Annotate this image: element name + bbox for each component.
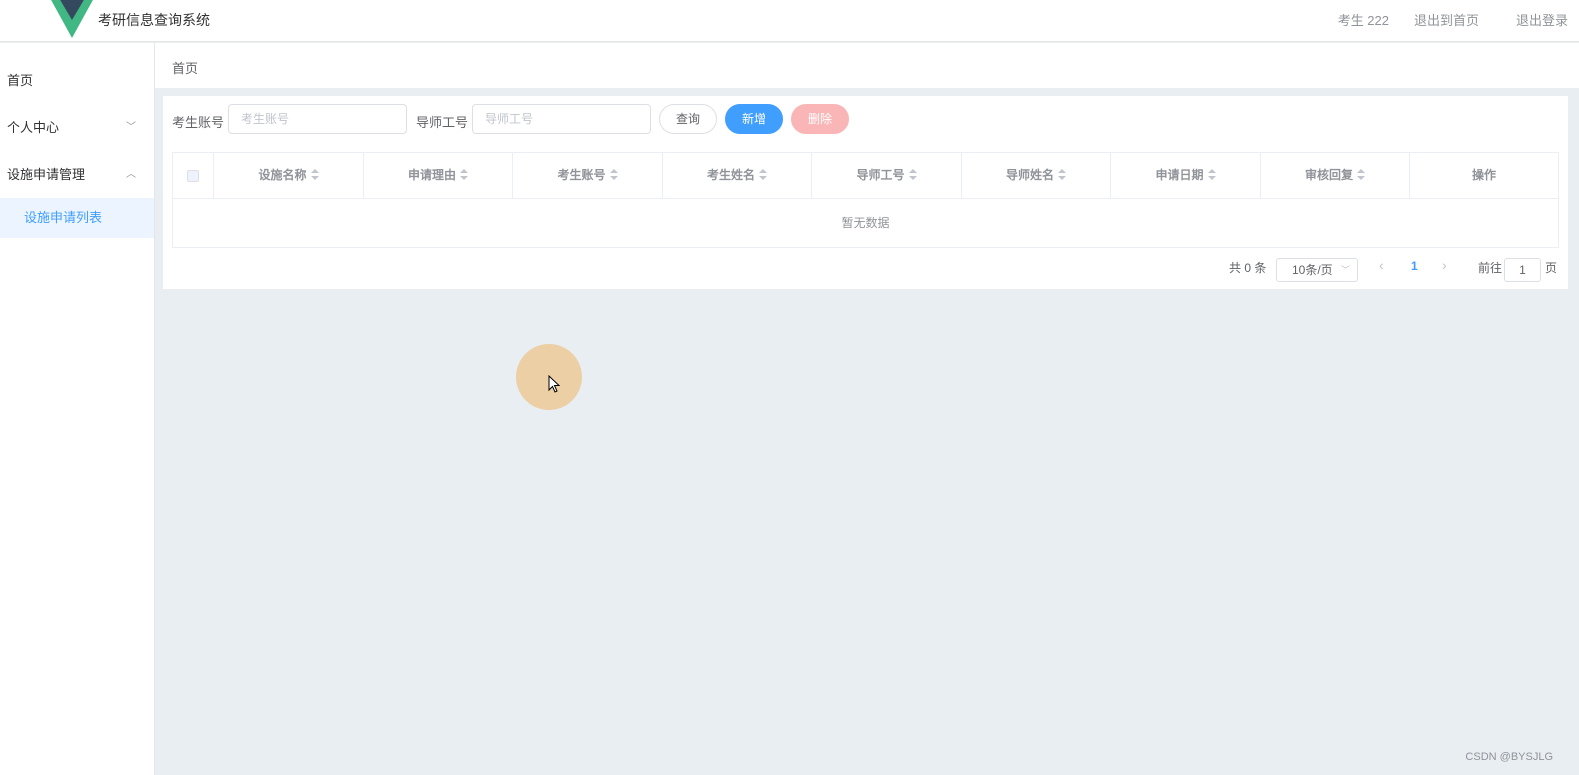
- column-header[interactable]: 导师工号: [812, 153, 962, 198]
- empty-state: 暂无数据: [841, 216, 890, 230]
- goto-page-input[interactable]: 1: [1504, 258, 1541, 282]
- column-header-label: 申请日期: [1155, 168, 1204, 182]
- sidebar-subitem-facility-list[interactable]: 设施申请列表: [0, 198, 154, 238]
- student-account-input[interactable]: [228, 104, 407, 134]
- sort-icon[interactable]: [1058, 168, 1066, 181]
- column-header-label: 导师姓名: [1005, 168, 1054, 182]
- top-bar: 考研信息查询系统 考生 222 退出到首页 退出登录: [0, 0, 1579, 42]
- sidebar-item-label: 个人中心: [7, 120, 60, 135]
- sort-icon[interactable]: [1207, 168, 1216, 181]
- column-header[interactable]: 设施名称: [214, 153, 364, 198]
- sidebar-item-facility-management[interactable]: 设施申请管理 ︿: [0, 152, 154, 198]
- logout-link[interactable]: 退出登录: [1516, 10, 1568, 29]
- page-suffix-label: 页: [1545, 261, 1558, 275]
- column-header-actions: 操作: [1410, 153, 1558, 198]
- breadcrumb[interactable]: 首页: [172, 58, 198, 77]
- page-size-select[interactable]: 10条/页 ﹀: [1276, 258, 1358, 282]
- column-header-label: 操作: [1471, 168, 1496, 182]
- sort-icon[interactable]: [310, 168, 319, 181]
- main-panel: 考生账号 导师工号 查询 新增 删除 设施名称 申请理由 考生账号 考生姓名 导…: [163, 96, 1568, 289]
- column-header-label: 设施名称: [258, 168, 307, 182]
- add-button[interactable]: 新增: [725, 104, 783, 134]
- sidebar: 首页 个人中心 ﹀ 设施申请管理 ︿ 设施申请列表: [0, 43, 155, 775]
- user-label: 考生 222: [1337, 13, 1389, 28]
- select-all-checkbox[interactable]: [187, 169, 199, 182]
- query-button[interactable]: 查询: [659, 104, 717, 134]
- page-size-value: 10条/页: [1292, 263, 1333, 277]
- watermark: CSDN @BYSJLG: [1465, 751, 1553, 763]
- column-header-label: 审核回复: [1304, 168, 1353, 182]
- column-header[interactable]: 审核回复: [1261, 153, 1410, 198]
- sort-icon[interactable]: [759, 168, 767, 181]
- teacher-id-label: 导师工号: [416, 115, 469, 130]
- sidebar-item-label: 设施申请管理: [7, 167, 86, 182]
- mouse-cursor-icon: [548, 375, 560, 393]
- goto-label: 前往: [1478, 261, 1503, 275]
- column-header[interactable]: 申请日期: [1111, 153, 1261, 198]
- teacher-id-input[interactable]: [472, 104, 651, 134]
- sidebar-item-personal-center[interactable]: 个人中心 ﹀: [0, 105, 154, 151]
- column-header-label: 申请理由: [407, 168, 456, 182]
- sidebar-subitem-label: 设施申请列表: [24, 210, 103, 225]
- sort-icon[interactable]: [609, 168, 618, 181]
- app-title: 考研信息查询系统: [98, 12, 210, 28]
- chevron-up-icon: ︿: [126, 169, 136, 180]
- column-header[interactable]: 申请理由: [364, 153, 513, 198]
- total-count: 共 0 条: [1229, 261, 1267, 275]
- chevron-down-icon: ﹀: [126, 122, 136, 133]
- column-header[interactable]: 考生姓名: [663, 153, 812, 198]
- sidebar-item-label: 首页: [7, 73, 34, 88]
- prev-page-icon[interactable]: ‹: [1379, 257, 1384, 273]
- page-number-current[interactable]: 1: [1411, 259, 1418, 273]
- next-page-icon[interactable]: ›: [1442, 257, 1447, 273]
- data-table: 设施名称 申请理由 考生账号 考生姓名 导师工号 导师姓名 申请日期 审核回复 …: [172, 152, 1559, 248]
- table-header: 设施名称 申请理由 考生账号 考生姓名 导师工号 导师姓名 申请日期 审核回复 …: [173, 153, 1558, 199]
- column-header-label: 考生姓名: [706, 168, 755, 182]
- breadcrumb-bar: 首页: [155, 43, 1579, 88]
- chevron-down-icon: ﹀: [1340, 265, 1350, 275]
- sort-icon[interactable]: [1357, 168, 1365, 181]
- column-header-label: 考生账号: [557, 168, 606, 182]
- column-header-label: 导师工号: [856, 168, 905, 182]
- sort-icon[interactable]: [908, 168, 917, 181]
- select-all-cell: [173, 153, 214, 198]
- vue-logo-icon: [51, 0, 93, 38]
- delete-button[interactable]: 删除: [791, 104, 849, 134]
- column-header[interactable]: 考生账号: [513, 153, 663, 198]
- sort-icon[interactable]: [460, 168, 468, 181]
- back-home-link[interactable]: 退出到首页: [1414, 10, 1479, 29]
- column-header[interactable]: 导师姓名: [962, 153, 1111, 198]
- student-account-label: 考生账号: [172, 115, 225, 130]
- sidebar-item-home[interactable]: 首页: [0, 58, 154, 104]
